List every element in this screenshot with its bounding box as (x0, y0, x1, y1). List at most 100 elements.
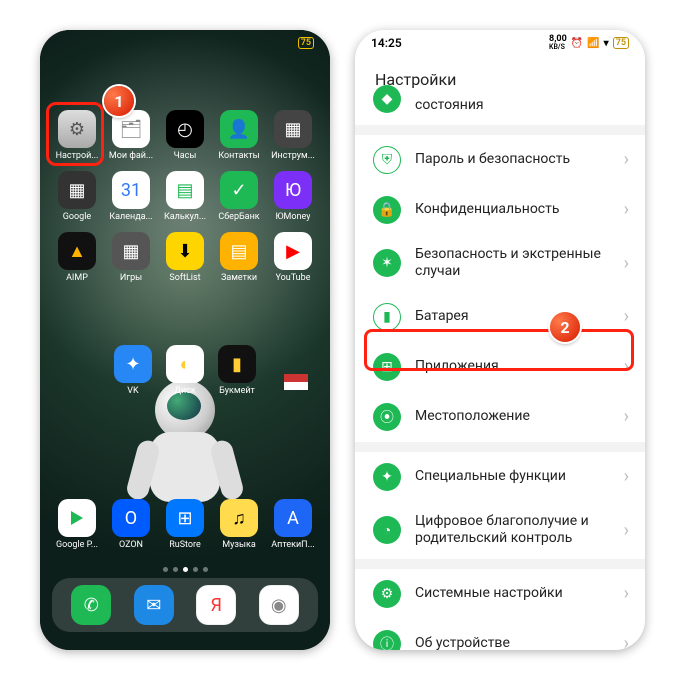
app-contacts[interactable]: 👤 Контакты (212, 110, 266, 161)
app-umoney[interactable]: ЮЮMoney (266, 171, 320, 222)
phone-settings-screen: 14:25 8,00KB/S ⏰ 📶 ▾ 75 Настройки ◆ сост… (355, 30, 645, 650)
app-google-folder[interactable]: ▦Google (50, 171, 104, 222)
settings-row-partial[interactable]: ◆ состояния (355, 97, 645, 125)
app-label: Контакты (218, 151, 259, 161)
app-label: OZON (119, 540, 143, 550)
app-gear[interactable]: ⚙ Настрой... (50, 110, 104, 161)
app-label: Часы (174, 151, 197, 161)
apteki-icon: A (274, 499, 312, 537)
app-softlist[interactable]: ⬇SoftList (158, 232, 212, 283)
disk-icon: ◐ (166, 345, 204, 383)
yandex-icon[interactable]: Я (196, 585, 236, 625)
app-aimp[interactable]: ▲ AIMP (50, 232, 104, 283)
settings-row-label: Местоположение (415, 408, 550, 426)
notes-icon: ▤ (220, 232, 258, 270)
battery-icon: 75 (613, 37, 629, 49)
sber-icon: ✓ (220, 171, 258, 209)
settings-row-label: Об устройстве (415, 635, 530, 650)
contacts-icon: 👤 (220, 110, 258, 148)
special-icon: ✦ (373, 463, 401, 491)
settings-row-apps[interactable]: ⊞ Приложения (355, 342, 645, 392)
app-label: Букмейт (219, 386, 255, 396)
app-apteki[interactable]: A АптекиП... (266, 499, 320, 550)
phone-home-screen: 14:25 6,00KB/S ⏰ 📶 ▾ 75 ⚙Настрой...🗂Мои … (40, 30, 330, 650)
settings-row-label: Батарея (415, 308, 489, 326)
app-row-bottom: Google P... O OZON ⊞RuStore♫МузыкаA АптекиП.… (40, 499, 330, 550)
signal-icon: 📶 (587, 38, 599, 49)
status-icon: ◆ (373, 85, 401, 113)
settings-row-label: Цифровое благополучие и родительский кон… (415, 513, 627, 548)
bookmate-icon: ▮ (218, 345, 256, 383)
app-label: ЮMoney (276, 212, 311, 222)
gear-icon: ⚙ (58, 110, 96, 148)
app-label: Google P... (56, 540, 98, 550)
app-ozon[interactable]: O OZON (104, 499, 158, 550)
aimp-icon: ▲ (58, 232, 96, 270)
app-label: VK (127, 386, 138, 396)
app-games-folder[interactable]: ▦Игры (104, 232, 158, 283)
app-sber[interactable]: ✓ СберБанк (212, 171, 266, 222)
app-label: AIMP (66, 273, 88, 283)
app-clock[interactable]: ◴ Часы (158, 110, 212, 161)
app-label: Диск (174, 386, 196, 396)
settings-row-battery[interactable]: ▮ Батарея (355, 292, 645, 342)
rustore-icon: ⊞ (166, 499, 204, 537)
status-time: 14:25 (371, 36, 402, 50)
app-grid: ⚙ Настрой... 🗂Мои фай...◴ Часы 👤 Контакты ▦ Инс… (40, 110, 330, 283)
app-label: Инструм... (271, 151, 315, 161)
app-bookmate[interactable]: ▮ Букмейт (218, 345, 256, 396)
settings-row-label: Безопасность и экстренные случаи (415, 246, 627, 281)
app-play[interactable]: Google P... (50, 499, 104, 550)
settings-row-shield[interactable]: ⛨ Пароль и безопасность (355, 135, 645, 185)
app-vk[interactable]: ✦ VK (114, 345, 152, 396)
play-icon (58, 499, 96, 537)
app-youtube[interactable]: ▶YouTube (266, 232, 320, 283)
camera-icon[interactable]: ◉ (259, 585, 299, 625)
settings-row-lock[interactable]: 🔒Конфиденциальность (355, 185, 645, 235)
app-calculator[interactable]: ▤ Калькул... (158, 171, 212, 222)
settings-row-system[interactable]: ⚙Системные настройки (355, 569, 645, 619)
app-label: Игры (120, 273, 142, 283)
app-label: Настрой... (56, 151, 99, 161)
calculator-icon: ▤ (166, 171, 204, 209)
settings-row-wellbeing[interactable]: ◔ Цифровое благополучие и родительский ко… (355, 502, 645, 559)
settings-row-special[interactable]: ✦Специальные функции (355, 452, 645, 502)
app-files[interactable]: 🗂Мои фай... (104, 110, 158, 161)
app-label: АптекиП... (271, 540, 314, 550)
app-music[interactable]: ♫Музыка (212, 499, 266, 550)
shield-icon: ⛨ (373, 146, 401, 174)
location-icon: ⦿ (373, 403, 401, 431)
app-notes[interactable]: ▤Заметки (212, 232, 266, 283)
app-label: СберБанк (218, 212, 259, 222)
clock-icon: ◴ (166, 110, 204, 148)
lock-icon: 🔒 (373, 196, 401, 224)
settings-row-label: Приложения (415, 358, 519, 376)
settings-row-label: Пароль и безопасность (415, 151, 590, 169)
app-label: Мои фай... (109, 151, 153, 161)
app-label: Музыка (222, 540, 255, 550)
ozon-icon: O (112, 499, 150, 537)
settings-row-location[interactable]: ⦿ Местоположение (355, 392, 645, 442)
app-calendar[interactable]: 31Календа... (104, 171, 158, 222)
app-label: Калькул... (164, 212, 206, 222)
phone-icon[interactable]: ✆ (71, 585, 111, 625)
page-indicator[interactable] (40, 567, 330, 572)
wellbeing-icon: ◔ (373, 516, 401, 544)
settings-row-sos[interactable]: ✶Безопасность и экстренные случаи (355, 235, 645, 292)
settings-row-label: Системные настройки (415, 585, 583, 603)
battery-icon: ▮ (373, 303, 401, 331)
app-disk[interactable]: ◐ Диск (166, 345, 204, 396)
settings-row-about[interactable]: ⓘ Об устройстве (355, 619, 645, 651)
tools-icon: ▦ (274, 110, 312, 148)
app-rustore[interactable]: ⊞RuStore (158, 499, 212, 550)
app-label: Календа... (109, 212, 152, 222)
apps-icon: ⊞ (373, 353, 401, 381)
app-label: Google (63, 212, 91, 222)
about-icon: ⓘ (373, 630, 401, 651)
vk-icon: ✦ (114, 345, 152, 383)
app-tools[interactable]: ▦ Инструм... (266, 110, 320, 161)
dock: ✆ ✉ Я ◉ (52, 578, 318, 632)
battery-icon: 75 (298, 37, 314, 49)
messages-icon[interactable]: ✉ (134, 585, 174, 625)
step-badge-2: 2 (550, 312, 580, 342)
